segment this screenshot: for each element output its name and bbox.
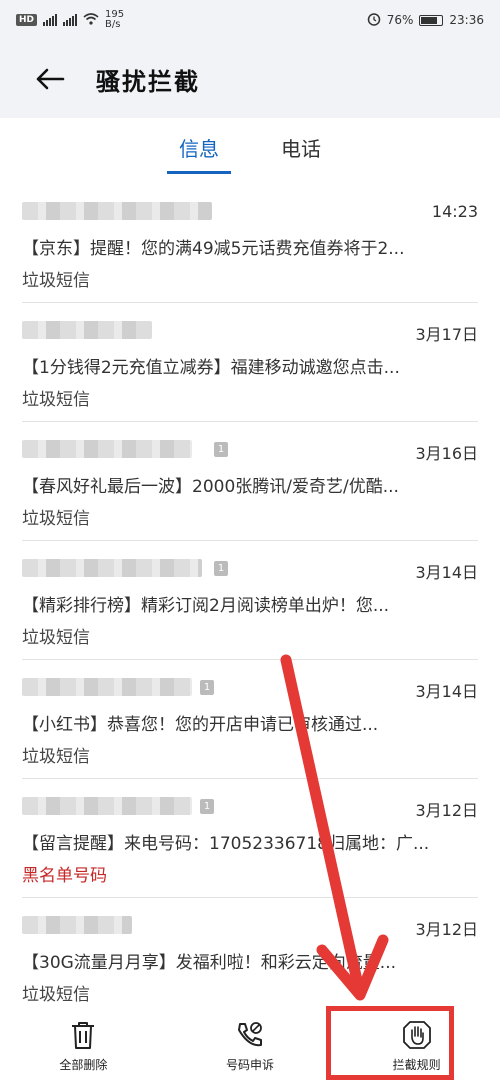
message-time: 14:23 [431,202,478,221]
status-right: 76% 23:36 [367,12,484,29]
net-speed-unit: B/s [105,19,121,30]
spam-tag: 垃圾短信 [22,390,90,410]
sim-icon: 1 [214,561,228,576]
message-preview: 【春风好礼最后一波】2000张腾讯/爱奇艺/优酷... [22,477,399,497]
spam-tag: 垃圾短信 [22,271,90,291]
status-bar: HD 195 B/s 76% 23:36 [0,0,500,40]
message-time: 3月12日 [415,920,478,939]
alarm-icon [367,12,381,29]
tab-calls[interactable]: 电话 [269,123,333,172]
delete-all-label: 全部删除 [59,1057,108,1072]
phone-appeal-icon [237,1021,262,1046]
wifi-icon [83,12,99,28]
message-time: 3月12日 [415,801,478,820]
trash-icon [72,1021,95,1049]
signal-icon [43,14,58,26]
number-appeal-button[interactable]: 号码申诉 [180,1020,320,1073]
tab-bar: 信息 电话 [0,118,500,176]
sender-redacted [22,916,132,934]
message-list: 14:23 【京东】提醒！您的满49减5元话费充值券将于2... 垃圾短信 3月… [22,184,478,1017]
spam-tag: 垃圾短信 [22,985,90,1005]
message-time: 3月14日 [415,682,478,701]
sim-icon: 1 [200,680,214,695]
app-header: 骚扰拦截 [0,40,500,118]
status-left: HD 195 B/s [16,10,124,30]
signal-icon-2 [63,14,78,26]
sender-redacted [22,559,202,577]
spam-tag: 垃圾短信 [22,747,90,767]
list-item[interactable]: 1 3月14日 【小红书】恭喜您！您的开店申请已审核通过... 垃圾短信 [22,660,478,779]
back-arrow-icon[interactable] [30,59,70,99]
message-preview: 【留言提醒】来电号码：17052336718归属地：广... [22,834,430,854]
blacklist-tag: 黑名单号码 [22,866,107,886]
message-preview: 【小红书】恭喜您！您的开店申请已审核通过... [22,715,379,735]
sim-icon: 1 [200,799,214,814]
message-preview: 【京东】提醒！您的满49减5元话费充值券将于2... [22,239,405,259]
clock: 23:36 [449,13,484,27]
spam-tag: 垃圾短信 [22,628,90,648]
message-time: 3月17日 [415,325,478,344]
message-time: 3月16日 [415,444,478,463]
list-item[interactable]: 14:23 【京东】提醒！您的满49减5元话费充值券将于2... 垃圾短信 [22,184,478,303]
sim-icon: 1 [214,442,228,457]
net-speed: 195 B/s [105,10,124,30]
list-item[interactable]: 1 3月14日 【精彩排行榜】精彩订阅2月阅读榜单出炉！您... 垃圾短信 [22,541,478,660]
message-time: 3月14日 [415,563,478,582]
sender-redacted [22,678,192,696]
sender-redacted [22,321,152,339]
battery-percent: 76% [386,13,414,27]
sender-redacted [22,202,212,220]
hd-badge: HD [16,14,38,26]
delete-all-button[interactable]: 全部删除 [13,1020,153,1073]
tab-messages[interactable]: 信息 [167,123,231,174]
sender-redacted [22,797,192,815]
spam-tag: 垃圾短信 [22,509,90,529]
message-preview: 【30G流量月月享】发福利啦！和彩云定向流量... [22,953,397,973]
page-title: 骚扰拦截 [96,67,200,96]
list-item[interactable]: 1 3月16日 【春风好礼最后一波】2000张腾讯/爱奇艺/优酷... 垃圾短信 [22,422,478,541]
battery-icon [419,14,444,26]
annotation-highlight-box [326,1006,454,1080]
number-appeal-label: 号码申诉 [225,1057,274,1072]
message-preview: 【精彩排行榜】精彩订阅2月阅读榜单出炉！您... [22,596,390,616]
list-item[interactable]: 1 3月12日 【留言提醒】来电号码：17052336718归属地：广... 黑… [22,779,478,898]
list-item[interactable]: 3月17日 【1分钱得2元充值立减券】福建移动诚邀您点击... 垃圾短信 [22,303,478,422]
sender-redacted [22,440,192,458]
list-item[interactable]: 3月12日 【30G流量月月享】发福利啦！和彩云定向流量... 垃圾短信 [22,898,478,1017]
message-preview: 【1分钱得2元充值立减券】福建移动诚邀您点击... [22,358,400,378]
